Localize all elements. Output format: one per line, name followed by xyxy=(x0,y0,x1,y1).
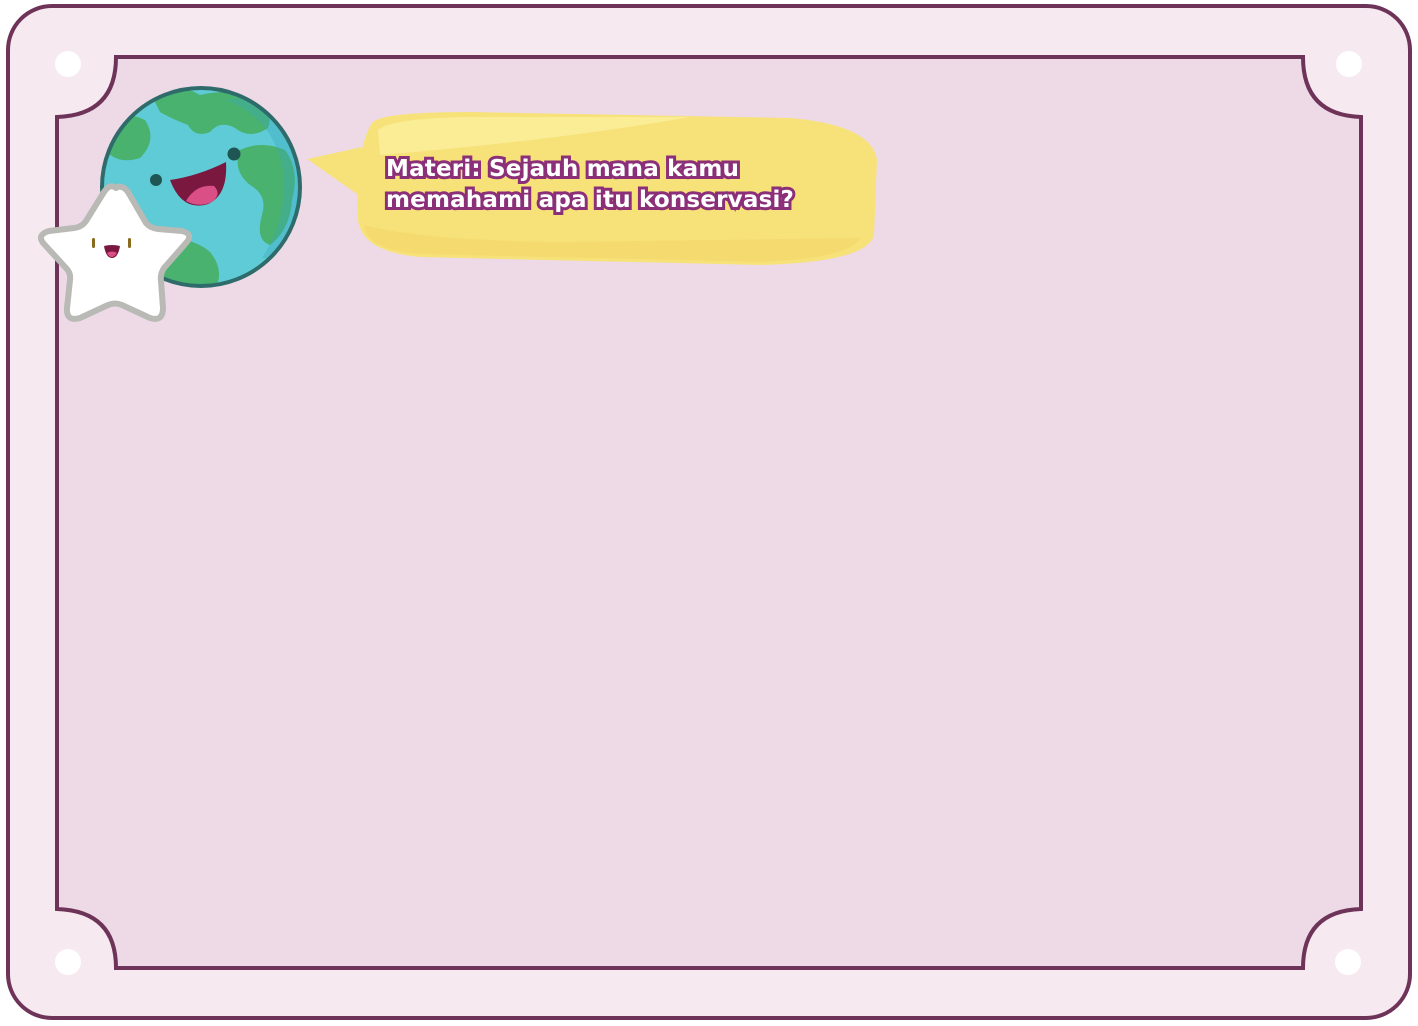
corner-dot-bottom-right xyxy=(1335,949,1361,975)
corner-dot-bottom-left xyxy=(55,949,81,975)
worksheet-card: Materi: Sejauh mana kamu memahami apa it… xyxy=(0,0,1418,1026)
speech-bubble-line-2: memahami apa itu konservasi? xyxy=(383,184,797,216)
corner-dot-top-left xyxy=(55,51,81,77)
speech-bubble-text: Materi: Sejauh mana kamu memahami apa it… xyxy=(383,153,856,216)
corner-dot-top-right xyxy=(1336,51,1362,77)
speech-bubble-line-1: Materi: Sejauh mana kamu xyxy=(383,153,742,185)
